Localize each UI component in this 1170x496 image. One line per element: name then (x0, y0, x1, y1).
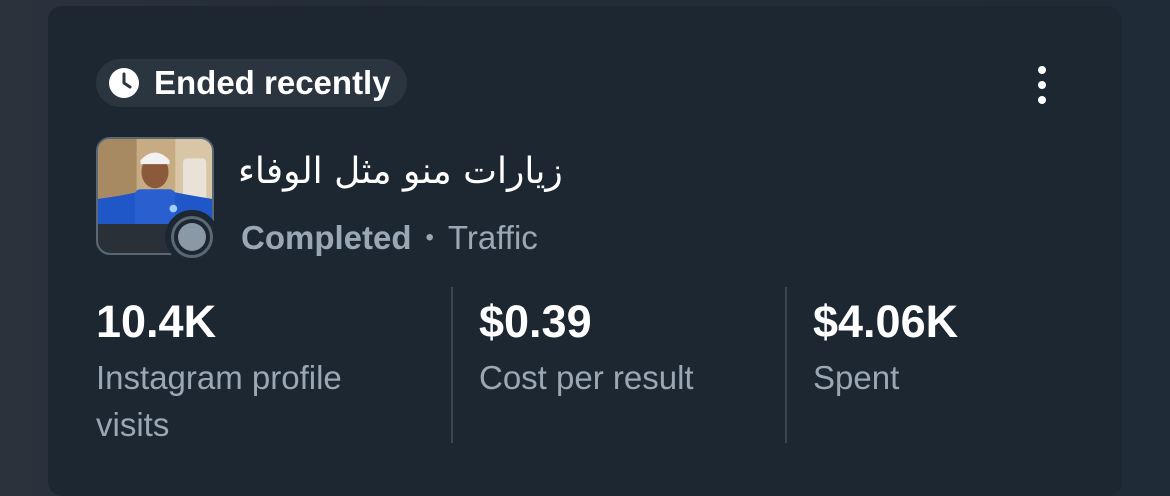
more-dot (1038, 81, 1046, 89)
campaign-card[interactable]: Ended recently زيارات منو مثل الوفاء Com… (48, 6, 1122, 496)
metric-divider (785, 287, 787, 443)
status-ring (171, 216, 213, 258)
campaign-objective: Traffic (447, 219, 538, 256)
metric-label: Instagram profile visits (96, 359, 342, 443)
metrics-row: 10.4K Instagram profile visits $0.39 Cos… (96, 281, 1098, 443)
status-dot (178, 223, 206, 251)
campaign-meta: Completed • Traffic (241, 219, 538, 257)
more-vertical-icon (1038, 66, 1046, 74)
metric-spent[interactable]: $4.06K Spent (813, 281, 1093, 443)
metric-cost-per-result[interactable]: $0.39 Cost per result (479, 281, 779, 443)
metric-value: 10.4K (96, 296, 217, 347)
campaign-name[interactable]: زيارات منو مثل الوفاء (238, 151, 563, 192)
delivery-status: Completed (241, 219, 412, 256)
metric-results[interactable]: 10.4K Instagram profile visits (96, 281, 396, 443)
metric-label: Cost per result (479, 359, 694, 396)
delivery-status-indicator (165, 210, 219, 264)
status-badge: Ended recently (96, 59, 407, 107)
clock-icon (109, 68, 139, 98)
status-badge-label: Ended recently (154, 64, 391, 101)
metric-divider (451, 287, 453, 443)
more-options-button[interactable] (1022, 62, 1062, 108)
metric-label: Spent (813, 359, 900, 396)
metric-value: $4.06K (813, 296, 959, 347)
meta-separator: • (425, 224, 434, 251)
metric-value: $0.39 (479, 296, 592, 347)
more-dot (1038, 96, 1046, 104)
